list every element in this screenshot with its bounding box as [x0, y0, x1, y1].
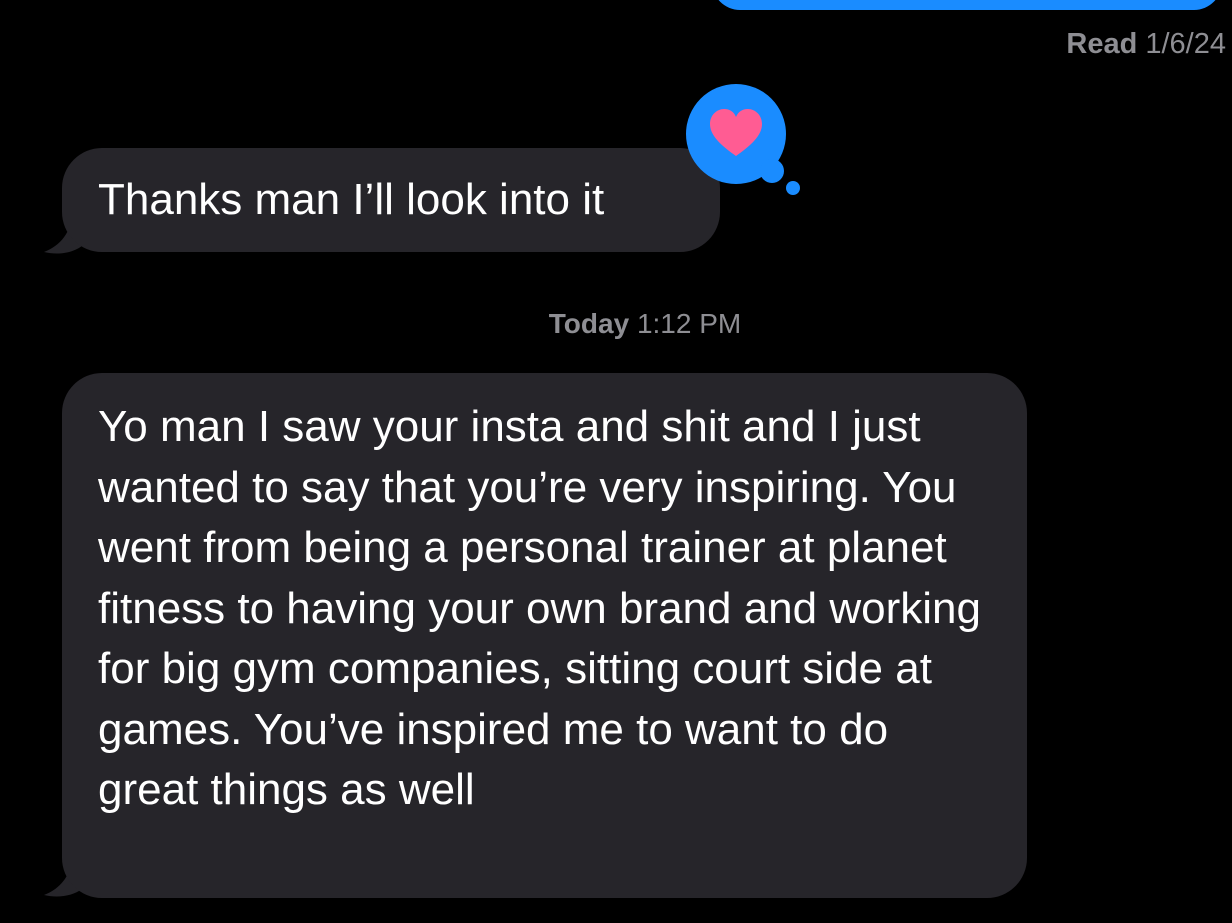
- message-timestamp: Today 1:12 PM: [0, 308, 1232, 340]
- received-message-bubble[interactable]: Thanks man I’ll look into it: [62, 148, 720, 252]
- message-text: Thanks man I’ll look into it: [98, 175, 605, 224]
- read-receipt: Read 1/6/24: [1066, 28, 1226, 61]
- timestamp-day: Today: [548, 308, 630, 339]
- read-label: Read: [1066, 28, 1138, 60]
- sent-message-bubble[interactable]: [712, 0, 1222, 10]
- message-text: Yo man I saw your insta and shit and I j…: [98, 402, 981, 814]
- timestamp-time: 1:12 PM: [636, 308, 742, 339]
- tapback-heart[interactable]: [686, 84, 806, 199]
- received-message-bubble[interactable]: Yo man I saw your insta and shit and I j…: [62, 373, 1027, 898]
- read-date: 1/6/24: [1145, 28, 1226, 60]
